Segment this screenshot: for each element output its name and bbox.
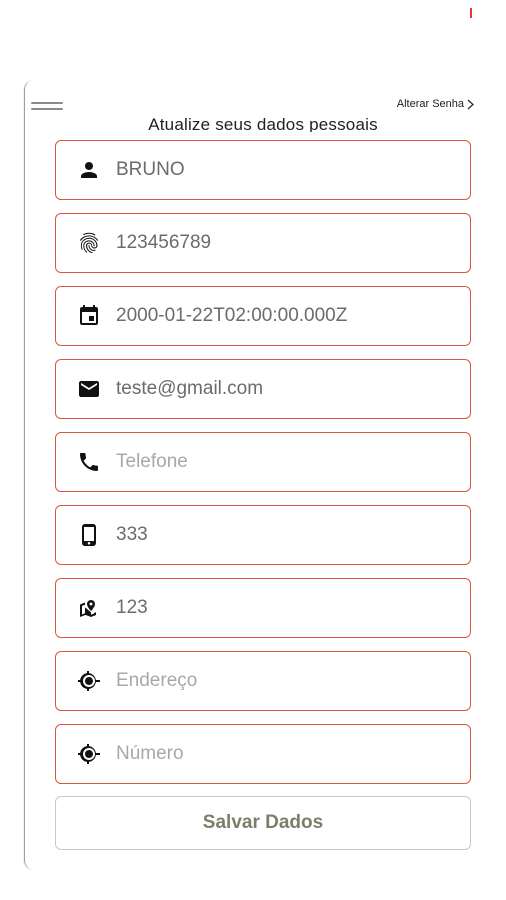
number-placeholder: Número [116,743,184,764]
zipcode-field[interactable]: 123 [55,578,471,638]
name-field[interactable]: BRUNO [55,140,471,200]
phone-placeholder: Telefone [116,451,188,472]
map-pin-icon [76,595,102,621]
person-icon [76,157,102,183]
address-placeholder: Endereço [116,670,198,691]
email-value: teste@gmail.com [116,378,264,399]
status-indicator [470,8,472,18]
location-target-icon [76,741,102,767]
phone-field[interactable]: Telefone [55,432,471,492]
address-field[interactable]: Endereço [55,651,471,711]
mobile-value: 333 [116,524,148,545]
document-value: 123456789 [116,232,212,253]
mobile-field[interactable]: 333 [55,505,471,565]
page-title: Atualize seus dados pessoais [148,115,378,132]
name-value: BRUNO [116,159,185,180]
change-password-label: Alterar Senha [396,98,464,110]
change-password-link[interactable]: Alterar Senha [397,98,475,110]
profile-card: Alterar Senha Atualize seus dados pessoa… [24,80,501,870]
mobile-icon [76,522,102,548]
phone-icon [76,449,102,475]
zipcode-value: 123 [116,597,148,618]
chevron-right-icon [467,99,474,109]
birthdate-value: 2000-01-22T02:00:00.000Z [116,305,348,326]
birthdate-field[interactable]: 2000-01-22T02:00:00.000Z [55,286,471,346]
fingerprint-icon [76,230,102,256]
location-target-icon [76,668,102,694]
email-field[interactable]: teste@gmail.com [55,359,471,419]
document-field[interactable]: 123456789 [55,213,471,273]
email-icon [76,376,102,402]
calendar-icon [76,303,102,329]
save-button[interactable]: Salvar Dados [55,796,471,850]
number-field[interactable]: Número [55,724,471,784]
